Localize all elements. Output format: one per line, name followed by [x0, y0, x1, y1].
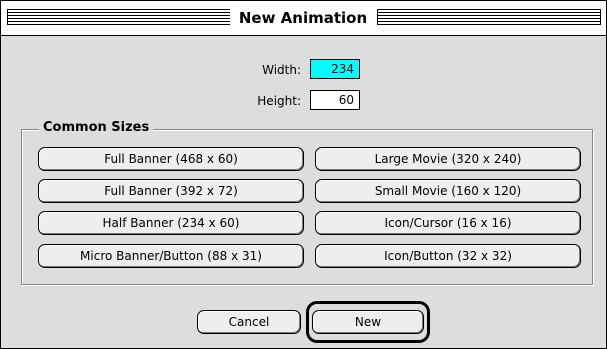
window-title: New Animation: [230, 7, 376, 29]
new-button[interactable]: New: [312, 310, 424, 334]
common-sizes-title: Common Sizes: [39, 120, 154, 135]
small-movie-160x120-button[interactable]: Small Movie (160 x 120): [315, 179, 581, 203]
width-field[interactable]: 234: [310, 59, 360, 79]
cancel-button[interactable]: Cancel: [197, 310, 301, 334]
icon-button-32x32-button[interactable]: Icon/Button (32 x 32): [315, 244, 581, 268]
title-bar-stripes-right: [377, 9, 601, 25]
height-label: Height:: [257, 94, 301, 108]
title-bar-stripes-left: [7, 9, 231, 25]
full-banner-468x60-button[interactable]: Full Banner (468 x 60): [38, 147, 304, 171]
new-animation-dialog: New Animation Width: 234 Height: 60 Comm…: [0, 0, 607, 349]
height-field[interactable]: 60: [310, 90, 360, 110]
icon-cursor-16x16-button[interactable]: Icon/Cursor (16 x 16): [315, 211, 581, 235]
full-banner-392x72-button[interactable]: Full Banner (392 x 72): [38, 179, 304, 203]
large-movie-320x240-button[interactable]: Large Movie (320 x 240): [315, 147, 581, 171]
title-bar[interactable]: New Animation: [1, 1, 606, 36]
half-banner-234x60-button[interactable]: Half Banner (234 x 60): [38, 211, 304, 235]
width-label: Width:: [262, 63, 301, 77]
micro-banner-button-88x31-button[interactable]: Micro Banner/Button (88 x 31): [38, 244, 304, 268]
